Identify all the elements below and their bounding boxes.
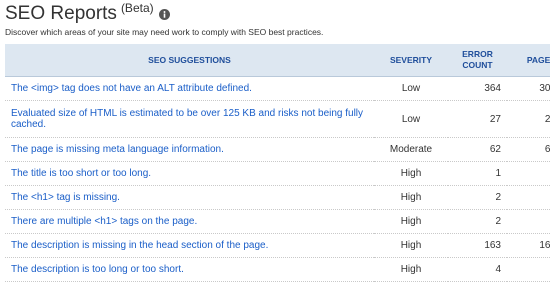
table-row: There are multiple <h1> tags on the page…	[5, 209, 550, 234]
page-title: SEO Reports	[5, 3, 117, 24]
table-row: The <h1> tag is missing. High 2 2	[5, 185, 550, 210]
suggestion-link[interactable]: The title is too short or too long.	[11, 168, 151, 179]
suggestion-link[interactable]: The <h1> tag is missing.	[11, 192, 120, 203]
severity-cell: High	[374, 209, 448, 234]
suggestion-link[interactable]: The description is too long or too short…	[11, 264, 184, 275]
table-row: The page is missing meta language inform…	[5, 137, 550, 162]
error-count-cell: 4	[448, 257, 507, 282]
severity-cell: High	[374, 185, 448, 210]
error-count-cell: 2	[448, 185, 507, 210]
table-row: Evaluated size of HTML is estimated to b…	[5, 100, 550, 138]
suggestion-link[interactable]: The page is missing meta language inform…	[11, 144, 224, 155]
error-count-cell: 364	[448, 76, 507, 101]
error-count-cell: 163	[448, 233, 507, 258]
severity-cell: Moderate	[374, 137, 448, 162]
info-icon[interactable]	[158, 9, 170, 20]
pages-cell: 1	[507, 161, 550, 186]
beta-label: (Beta)	[120, 1, 154, 15]
severity-cell: Low	[374, 100, 448, 138]
table-header-row: SEO SUGGESTIONS SEVERITY ERROR COUNT PAG…	[5, 44, 550, 77]
suggestion-link[interactable]: The <img> tag does not have an ALT attri…	[11, 83, 252, 94]
severity-cell: High	[374, 161, 448, 186]
pages-cell: 2	[507, 185, 550, 210]
table-row: The <img> tag does not have an ALT attri…	[5, 76, 550, 101]
suggestion-link[interactable]: Evaluated size of HTML is estimated to b…	[11, 108, 363, 130]
pages-cell: 27	[507, 100, 550, 138]
seo-reports-page: SEO Reports (Beta) Discover which areas …	[0, 0, 550, 293]
error-count-cell: 2	[448, 209, 507, 234]
seo-report-table: SEO SUGGESTIONS SEVERITY ERROR COUNT PAG…	[5, 44, 550, 282]
error-count-cell: 1	[448, 161, 507, 186]
suggestion-link[interactable]: There are multiple <h1> tags on the page…	[11, 216, 197, 227]
pages-cell: 305	[507, 76, 550, 101]
error-count-cell: 27	[448, 100, 507, 138]
severity-cell: Low	[374, 76, 448, 101]
pages-cell: 62	[507, 137, 550, 162]
table-row: The description is missing in the head s…	[5, 233, 550, 258]
column-header-pages[interactable]: PAGES	[507, 44, 550, 77]
pages-cell: 1	[507, 209, 550, 234]
column-header-severity[interactable]: SEVERITY	[374, 44, 448, 77]
column-header-error-count[interactable]: ERROR COUNT	[448, 44, 507, 77]
suggestion-link[interactable]: The description is missing in the head s…	[11, 240, 268, 251]
severity-cell: High	[374, 233, 448, 258]
column-header-seo-suggestions[interactable]: SEO SUGGESTIONS	[5, 44, 374, 77]
table-row: The description is too long or too short…	[5, 257, 550, 282]
pages-cell: 4	[507, 257, 550, 282]
severity-cell: High	[374, 257, 448, 282]
error-count-cell: 62	[448, 137, 507, 162]
page-subtitle: Discover which areas of your site may ne…	[5, 27, 324, 37]
pages-cell: 163	[507, 233, 550, 258]
table-row: The title is too short or too long. High…	[5, 161, 550, 186]
title-row: SEO Reports (Beta)	[5, 1, 170, 25]
